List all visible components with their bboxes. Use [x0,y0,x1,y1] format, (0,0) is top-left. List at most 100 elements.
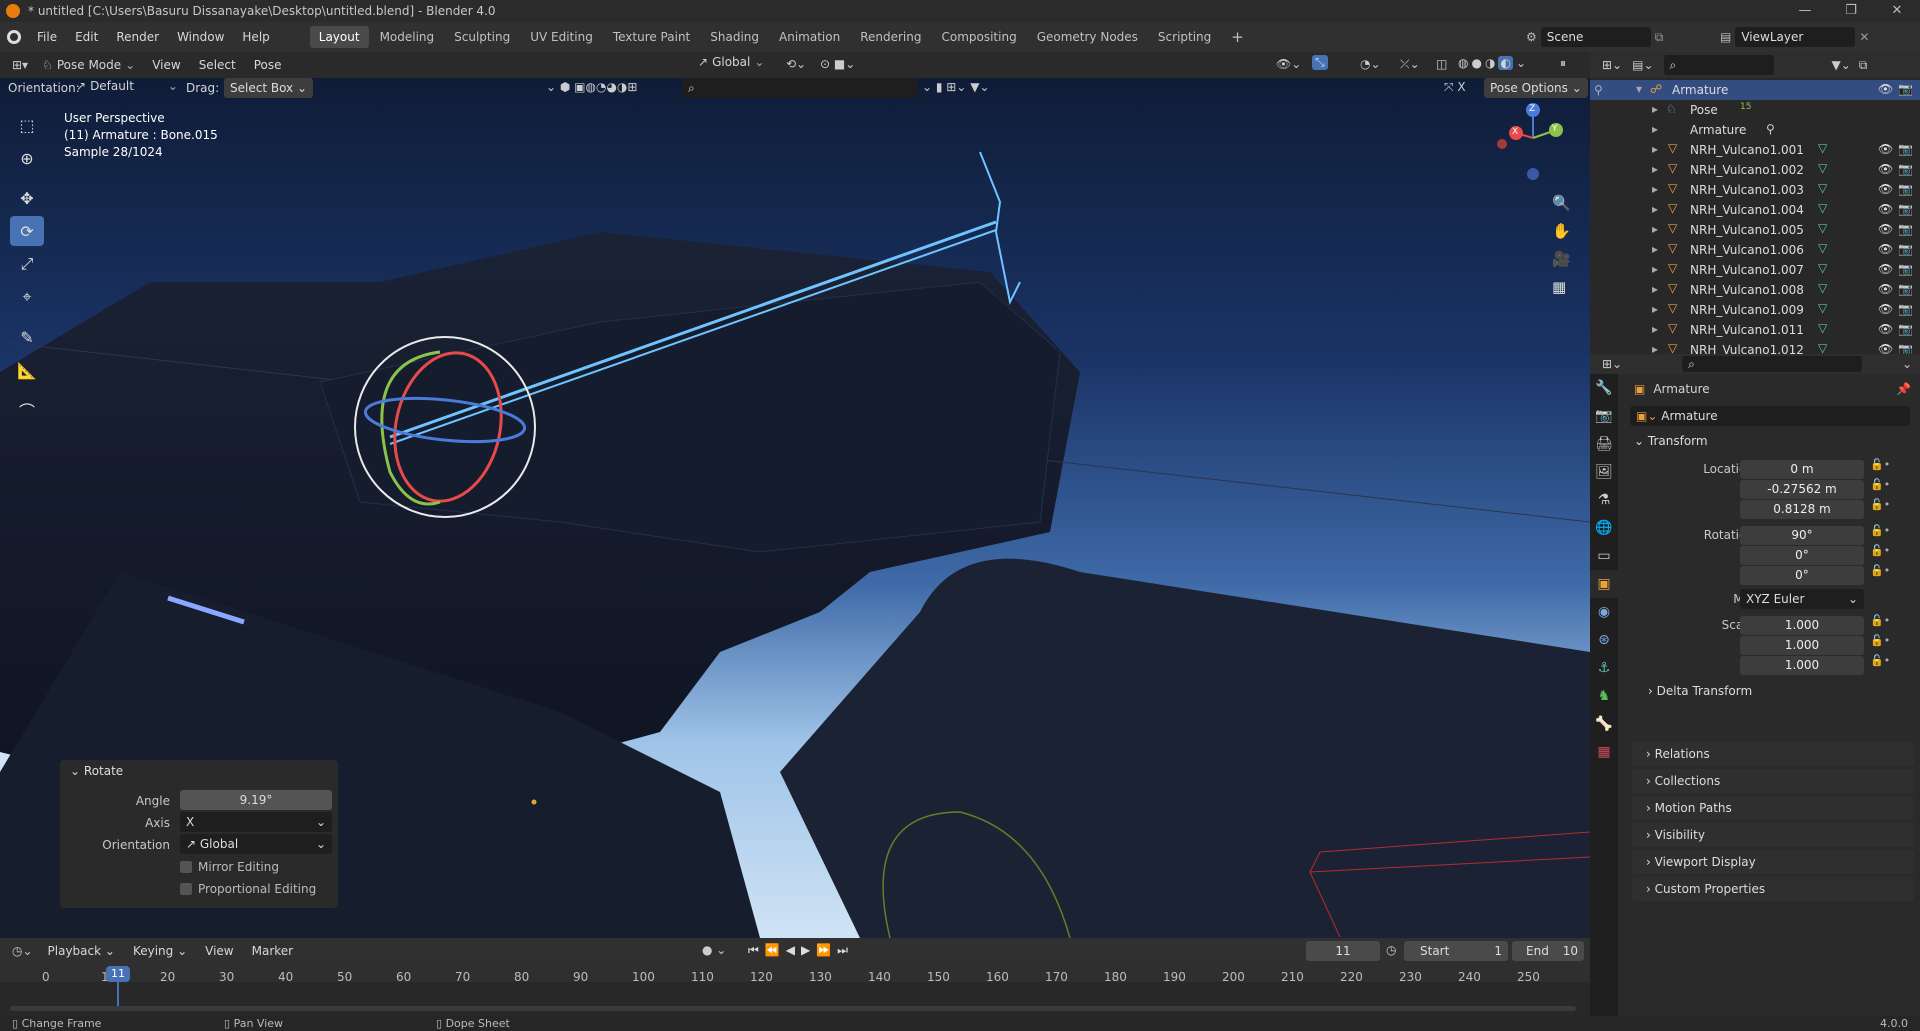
camera-render-icon[interactable]: 📷 [1898,302,1913,316]
render-tab-icon[interactable]: 📷 [1590,402,1618,430]
viewport-search-input[interactable]: ⌕ [682,78,918,98]
proportional-editing-checkbox[interactable]: Proportional Editing [180,882,316,896]
solid-shading-icon[interactable]: ● [1471,56,1481,70]
expand-icon[interactable]: ▸ [1652,322,1658,336]
transform-tool-icon[interactable]: ⌖ [10,282,44,312]
pin-icon[interactable]: 📌 [1896,382,1911,396]
orientation-dropdown[interactable]: ↗ Global ⌄ [180,834,332,854]
expand-icon[interactable]: ▸ [1652,262,1658,276]
rotation-z-field[interactable]: 0° [1740,566,1864,585]
scale-x-field[interactable]: 1.000 [1740,616,1864,635]
editor-type-icon[interactable]: ⊞▾ [12,58,28,72]
chevron-down-icon[interactable]: ⌄ [1902,357,1912,371]
scene-field[interactable]: Scene [1540,27,1651,47]
camera-render-icon[interactable]: 📷 [1898,142,1913,156]
workspace-tab-modeling[interactable]: Modeling [371,26,444,48]
outliner-row-object[interactable]: ▸ ▽ NRH_Vulcano1.005 ▽ 👁 📷 [1590,220,1920,240]
pivot-point-icon[interactable]: ⟲⌄ [786,57,806,71]
expand-icon[interactable]: ▸ [1652,142,1658,156]
scale-tool-icon[interactable]: ⤢ [10,249,44,279]
workspace-tab-texture-paint[interactable]: Texture Paint [604,26,699,48]
outliner-row-pose[interactable]: ▸ ♘ Pose 15 [1590,100,1920,120]
cursor-tool-icon[interactable]: ⊕ [10,143,44,173]
eye-icon[interactable]: 👁 [1878,82,1893,96]
section-motion-paths[interactable]: › Motion Paths [1632,796,1914,820]
camera-render-icon[interactable]: 📷 [1898,202,1913,216]
start-frame-field[interactable]: Start 1 [1404,941,1508,961]
camera-render-icon[interactable]: 📷 [1898,282,1913,296]
eye-icon[interactable]: 👁 [1878,322,1893,336]
zoom-icon[interactable]: 🔍 [1552,194,1571,212]
menu-help[interactable]: Help [233,22,278,52]
workspace-tab-compositing[interactable]: Compositing [932,26,1025,48]
lock-icon[interactable]: 🔓• [1870,564,1890,577]
outliner-row-object[interactable]: ▸ ▽ NRH_Vulcano1.008 ▽ 👁 📷 [1590,280,1920,300]
mirror-x-icon[interactable]: ⤧ X [1444,80,1466,95]
new-collection-icon[interactable]: ⧉ [1859,58,1868,73]
wireframe-shading-icon[interactable]: ◍ [1458,56,1468,70]
workspace-tab-rendering[interactable]: Rendering [851,26,930,48]
expand-icon[interactable]: ▸ [1652,202,1658,216]
snap-icon[interactable]: ⊙ ■⌄ [820,57,855,71]
filter-icon[interactable]: ▼⌄ [1832,58,1851,72]
expand-icon[interactable]: ▸ [1652,182,1658,196]
material-shading-icon[interactable]: ◑ [1485,56,1495,70]
minimize-icon[interactable]: — [1782,0,1828,22]
expand-icon[interactable]: ▸ [1652,242,1658,256]
menu-file[interactable]: File [28,22,66,52]
expand-icon[interactable]: ▸ [1652,302,1658,316]
outliner-row-object[interactable]: ▸ ▽ NRH_Vulcano1.009 ▽ 👁 📷 [1590,300,1920,320]
rotate-tool-icon[interactable]: ⟳ [10,216,44,246]
blender-menu-icon[interactable] [0,30,28,44]
transform-panel-header[interactable]: ⌄ Transform [1634,434,1708,448]
mode-selector[interactable]: ♘ Pose Mode ⌄ [42,58,135,72]
close-icon[interactable]: ✕ [1874,0,1920,22]
outliner-row-object[interactable]: ▸ ▽ NRH_Vulcano1.006 ▽ 👁 📷 [1590,240,1920,260]
menu-window[interactable]: Window [168,22,233,52]
section-relations[interactable]: › Relations [1632,742,1914,766]
ortho-grid-icon[interactable]: ▦ [1552,278,1571,296]
tool-tab-icon[interactable]: 🔧 [1590,374,1618,402]
world-tab-icon[interactable]: 🌐 [1590,514,1618,542]
lock-icon[interactable]: 🔓• [1870,478,1890,491]
workspace-tab-geometry-nodes[interactable]: Geometry Nodes [1028,26,1147,48]
scale-z-field[interactable]: 1.000 [1740,656,1864,675]
view-layer-field[interactable]: ViewLayer [1735,27,1856,47]
xray-icon[interactable]: ⤫⌄ [1400,57,1420,72]
section-viewport-display[interactable]: › Viewport Display [1632,850,1914,874]
scene-pin-icon[interactable]: ⧉ [1655,30,1664,45]
workspace-tab-shading[interactable]: Shading [701,26,768,48]
add-workspace-icon[interactable]: + [1222,26,1253,48]
menu-playback[interactable]: Playback ⌄ [39,936,124,966]
select-box-tool-icon[interactable]: ⬚ [10,110,44,140]
camera-render-icon[interactable]: 📷 [1898,262,1913,276]
drag-select-box-dropdown[interactable]: Select Box ⌄ [224,78,314,98]
eye-icon[interactable]: 👁 [1878,142,1893,156]
menu-keying[interactable]: Keying ⌄ [124,936,196,966]
object-name-field[interactable]: ▣⌄ Armature [1630,406,1910,426]
gizmo-toggle-icon[interactable]: ⤡ [1312,55,1328,70]
display-mode-icon[interactable]: ▤⌄ [1632,58,1653,72]
camera-view-icon[interactable]: 🎥 [1552,250,1571,268]
menu-select[interactable]: Select [190,50,245,80]
camera-render-icon[interactable]: 📷 [1898,162,1913,176]
object-tab-icon[interactable]: ▣ [1590,570,1618,598]
workspace-tab-sculpting[interactable]: Sculpting [445,26,519,48]
annotate-tool-icon[interactable]: ✎ [10,322,44,352]
eye-icon[interactable]: 👁 [1878,222,1893,236]
section-custom-properties[interactable]: › Custom Properties [1632,877,1914,901]
eye-icon[interactable]: 👁 [1878,182,1893,196]
outliner-search-input[interactable]: ⌕ [1663,55,1774,75]
eye-icon[interactable]: 👁 [1878,262,1893,276]
camera-render-icon[interactable]: 📷 [1898,322,1913,336]
workspace-tab-scripting[interactable]: Scripting [1149,26,1220,48]
menu-marker[interactable]: Marker [243,936,302,966]
expand-icon[interactable]: ▸ [1652,122,1658,136]
modifier-tab-icon[interactable]: ◉ [1590,598,1618,626]
lock-icon[interactable]: 🔓• [1870,524,1890,537]
eye-icon[interactable]: 👁 [1878,282,1893,296]
measure-tool-icon[interactable]: 📐 [10,355,44,385]
playhead[interactable]: 11 [106,966,130,982]
timeline-editor-icon[interactable]: ◷⌄ [12,944,33,958]
expand-icon[interactable]: ▸ [1652,222,1658,236]
